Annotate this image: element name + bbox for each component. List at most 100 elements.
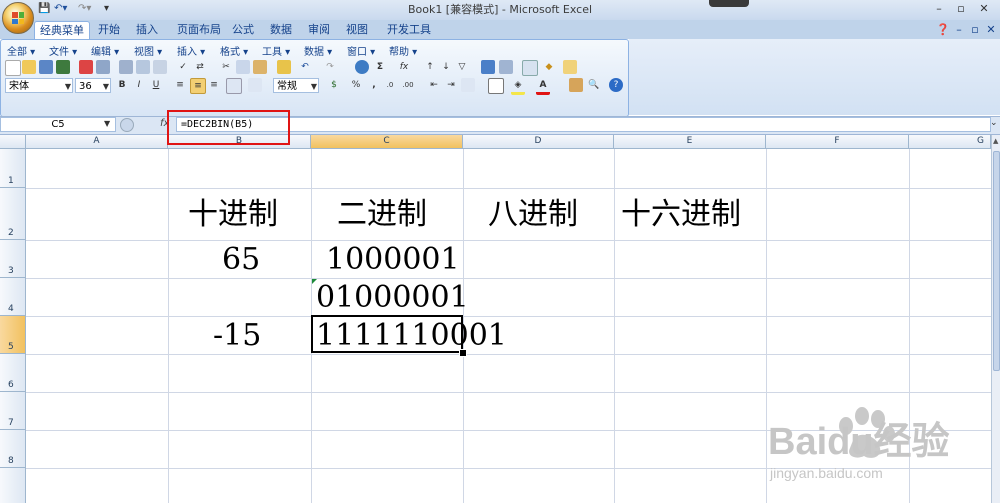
menu-tools[interactable]: 工具 ▾ [262, 43, 290, 58]
align-right-icon[interactable]: ≡ [207, 78, 221, 92]
menu-format[interactable]: 格式 ▾ [220, 43, 248, 58]
customize-qat-icon[interactable]: ▾ [104, 3, 109, 17]
row-header-5[interactable]: 5 [0, 316, 25, 354]
percent-button[interactable]: % [349, 78, 363, 92]
column-header-f[interactable]: F [766, 135, 909, 148]
wrap-text-icon[interactable] [248, 78, 262, 92]
print-icon[interactable] [119, 60, 133, 74]
diamond-icon[interactable]: ◆ [542, 60, 556, 74]
tab-review[interactable]: 审阅 [304, 21, 334, 39]
chevron-down-icon[interactable]: ▼ [104, 119, 110, 128]
row-header-6[interactable]: 6 [0, 354, 25, 392]
font-size-select[interactable]: 36 ▼ [75, 78, 111, 93]
font-name-select[interactable]: 宋体 ▼ [5, 78, 73, 93]
undo-icon[interactable]: ↶ [298, 60, 312, 74]
menu-edit[interactable]: 编辑 ▾ [91, 43, 119, 58]
fill-color-icon[interactable]: ◈ [511, 78, 525, 95]
merge-center-icon[interactable] [226, 78, 242, 94]
menu-view[interactable]: 视图 ▾ [134, 43, 162, 58]
menu-all[interactable]: 全部 ▾ [7, 43, 35, 58]
decrease-decimal-icon[interactable]: .00 [401, 78, 415, 92]
tab-view[interactable]: 视图 [342, 21, 372, 39]
row-header-1[interactable]: 1 [0, 149, 25, 188]
hyperlink-icon[interactable] [355, 60, 369, 74]
ribbon-close-button[interactable]: ✕ [984, 21, 998, 39]
bold-button[interactable]: B [115, 78, 129, 92]
fill-handle[interactable] [459, 349, 467, 357]
select-all-button[interactable] [0, 135, 26, 148]
align-center-icon[interactable]: ≡ [190, 78, 206, 94]
translate-icon[interactable]: ⇄ [193, 60, 207, 74]
filter-icon[interactable]: ▽ [455, 60, 469, 74]
sort-descending-icon[interactable]: ↓ [439, 60, 453, 74]
menu-file[interactable]: 文件 ▾ [49, 43, 77, 58]
menu-insert[interactable]: 插入 ▾ [177, 43, 205, 58]
column-header-c[interactable]: C [311, 135, 463, 148]
menu-window[interactable]: 窗口 ▾ [347, 43, 375, 58]
autosum-icon[interactable]: Σ [373, 60, 387, 74]
tab-developer[interactable]: 开发工具 [382, 21, 436, 39]
cell-d2[interactable]: 八进制 [488, 197, 578, 233]
tab-formulas[interactable]: 公式 [228, 21, 258, 39]
tab-page-layout[interactable]: 页面布局 [170, 21, 228, 39]
minimize-button[interactable]: – [928, 2, 950, 16]
sort-ascending-icon[interactable]: ↑ [423, 60, 437, 74]
comma-button[interactable]: , [367, 78, 381, 92]
scroll-thumb[interactable] [993, 151, 1000, 371]
zoom-icon[interactable]: 🔍 [587, 78, 601, 92]
cancel-formula-icon[interactable] [120, 118, 134, 132]
row-header-2[interactable]: 2 [0, 188, 25, 240]
ribbon-minimize-button[interactable]: – [952, 21, 966, 39]
tab-classic-menu[interactable]: 经典菜单 [34, 21, 90, 40]
folder-icon[interactable] [563, 60, 577, 74]
redo-icon[interactable]: ↷ [323, 60, 337, 74]
format-painter-icon[interactable] [277, 60, 291, 74]
increase-decimal-icon[interactable]: .0 [383, 78, 397, 92]
underline-button[interactable]: U [149, 78, 163, 92]
tab-insert[interactable]: 插入 [130, 21, 164, 39]
permission-icon[interactable] [56, 60, 70, 74]
formula-input[interactable]: =DEC2BIN(B5) [176, 117, 991, 132]
increase-indent-icon[interactable]: ⇥ [444, 78, 458, 92]
copy-icon[interactable] [236, 60, 250, 74]
chart-icon[interactable] [481, 60, 495, 74]
save-icon[interactable]: 💾 [38, 3, 50, 17]
help-icon[interactable]: ? [609, 78, 623, 92]
align-left-icon[interactable]: ≡ [173, 78, 187, 92]
column-header-d[interactable]: D [463, 135, 614, 148]
row-header-3[interactable]: 3 [0, 240, 25, 278]
paste-icon[interactable] [253, 60, 267, 74]
ribbon-restore-button[interactable]: ▫ [968, 21, 982, 39]
name-box[interactable]: C5 [0, 117, 116, 132]
maximize-button[interactable]: ▫ [950, 2, 972, 16]
open-icon[interactable] [22, 60, 36, 74]
borders-icon[interactable] [488, 78, 504, 94]
font-color-icon[interactable]: A [536, 78, 550, 95]
new-icon[interactable] [5, 60, 21, 76]
pdf-icon[interactable] [79, 60, 93, 74]
menu-help[interactable]: 帮助 ▾ [389, 43, 417, 58]
office-button[interactable] [2, 2, 34, 34]
spelling-icon[interactable]: ✓ [176, 60, 190, 74]
close-button[interactable]: ✕ [973, 2, 995, 16]
row-header-4[interactable]: 4 [0, 278, 25, 316]
research-icon[interactable] [153, 60, 167, 74]
cell-e2[interactable]: 十六进制 [621, 197, 741, 233]
tab-data[interactable]: 数据 [266, 21, 296, 39]
undo-icon[interactable]: ↶▾ [54, 3, 67, 17]
save-icon[interactable] [39, 60, 53, 74]
cell-c4[interactable]: 01000001 [316, 280, 469, 316]
help-icon[interactable]: ❓ [936, 21, 950, 39]
cell-b5[interactable]: -15 [213, 318, 261, 354]
column-header-g[interactable]: G [909, 135, 991, 148]
row-header-8[interactable]: 8 [0, 430, 25, 468]
menu-data[interactable]: 数据 ▾ [304, 43, 332, 58]
currency-icon[interactable]: $ [327, 78, 341, 92]
decrease-indent-icon[interactable]: ⇤ [427, 78, 441, 92]
cell-c3[interactable]: 1000001 [326, 242, 460, 278]
cell-style-icon[interactable] [461, 78, 475, 92]
preview-icon[interactable] [136, 60, 150, 74]
redo-icon[interactable]: ↷▾ [78, 3, 91, 17]
cell-c2[interactable]: 二进制 [337, 197, 427, 233]
cut-icon[interactable]: ✂ [219, 60, 233, 74]
